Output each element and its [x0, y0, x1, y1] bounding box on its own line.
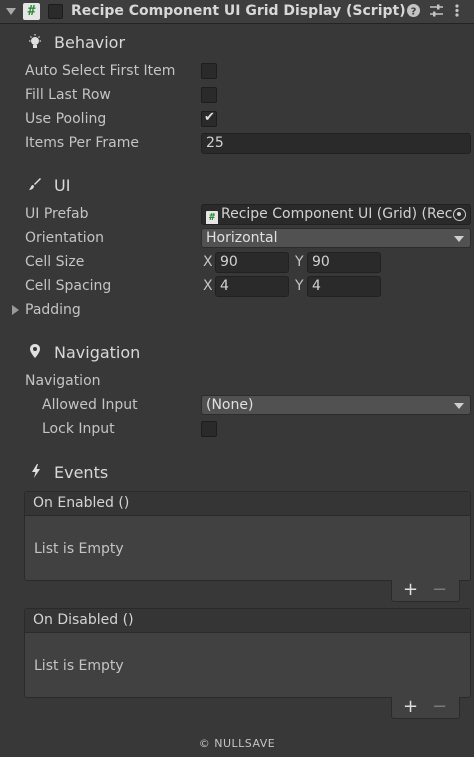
on-enabled-header: On Enabled (): [25, 492, 470, 516]
svg-text:?: ?: [411, 7, 417, 18]
location-pin-icon: [30, 344, 40, 362]
cell-size-y-label: Y: [295, 254, 304, 270]
on-disabled-add-button[interactable]: +: [403, 697, 418, 717]
cell-spacing-x-label: X: [203, 278, 213, 294]
checkmark-icon: ✔: [204, 110, 215, 125]
auto-select-checkbox[interactable]: [201, 63, 217, 79]
padding-foldout-arrow-icon[interactable]: [12, 305, 19, 315]
items-per-frame-label: Items Per Frame: [25, 135, 139, 151]
cell-size-x-label: X: [203, 254, 213, 270]
presets-icon[interactable]: [429, 3, 444, 23]
auto-select-label: Auto Select First Item: [25, 63, 176, 79]
allowed-input-dropdown[interactable]: (None): [201, 395, 471, 415]
on-disabled-event-list: On Disabled () List is Empty: [24, 608, 471, 698]
help-icon[interactable]: ?: [406, 3, 421, 23]
cell-spacing-label: Cell Spacing: [25, 278, 112, 294]
fill-last-row-label: Fill Last Row: [25, 87, 111, 103]
fill-last-row-checkbox[interactable]: [201, 87, 217, 103]
use-pooling-label: Use Pooling: [25, 111, 107, 127]
lock-input-checkbox[interactable]: [201, 421, 217, 437]
allowed-input-value: (None): [206, 397, 254, 413]
on-enabled-label: On Enabled (): [33, 495, 130, 511]
padding-label[interactable]: Padding: [25, 302, 81, 318]
lightbulb-icon: [28, 34, 42, 54]
events-section-title: Events: [54, 463, 109, 482]
lightning-icon: [31, 464, 41, 482]
on-enabled-footer: + −: [391, 580, 460, 602]
orientation-value: Horizontal: [206, 230, 278, 246]
navigation-section-title: Navigation: [54, 343, 141, 362]
on-enabled-event-list: On Enabled () List is Empty: [24, 491, 471, 581]
cell-spacing-x-input[interactable]: 4: [215, 276, 289, 297]
cell-size-x-input[interactable]: 90: [215, 252, 289, 273]
on-enabled-remove-button[interactable]: −: [432, 580, 447, 600]
ui-prefab-object-field[interactable]: # Recipe Component UI (Grid) (Rec: [201, 204, 471, 225]
cell-spacing-y-input[interactable]: 4: [307, 276, 381, 297]
more-icon[interactable]: [454, 3, 460, 23]
behavior-section-title: Behavior: [54, 33, 126, 52]
cell-size-label: Cell Size: [25, 254, 85, 270]
footer-copyright: © NULLSAVE: [198, 737, 276, 750]
brush-icon: [28, 177, 42, 195]
on-disabled-empty-text: List is Empty: [34, 658, 124, 674]
cell-size-y-input[interactable]: 90: [307, 252, 381, 273]
on-disabled-footer: + −: [391, 697, 460, 719]
on-disabled-label: On Disabled (): [33, 612, 134, 628]
object-picker-icon[interactable]: [453, 208, 466, 221]
component-header[interactable]: # Recipe Component UI Grid Display (Scri…: [0, 0, 474, 24]
allowed-input-label: Allowed Input: [42, 397, 138, 413]
orientation-label: Orientation: [25, 230, 105, 246]
ui-section-title: UI: [54, 176, 71, 195]
navigation-group-label: Navigation: [25, 373, 101, 389]
on-enabled-add-button[interactable]: +: [403, 580, 418, 600]
ui-prefab-value: Recipe Component UI (Grid) (Rec: [221, 206, 453, 222]
lock-input-label: Lock Input: [42, 421, 115, 437]
on-disabled-remove-button[interactable]: −: [432, 697, 447, 717]
component-enabled-checkbox[interactable]: [48, 4, 63, 19]
ui-prefab-label: UI Prefab: [25, 206, 89, 222]
component-title: Recipe Component UI Grid Display (Script…: [71, 3, 406, 19]
use-pooling-checkbox[interactable]: ✔: [201, 110, 217, 127]
collapse-arrow-icon[interactable]: [6, 8, 16, 15]
on-enabled-empty-text: List is Empty: [34, 541, 124, 557]
prefab-script-icon: #: [206, 211, 218, 224]
items-per-frame-input[interactable]: 25: [201, 133, 471, 154]
on-disabled-header: On Disabled (): [25, 609, 470, 633]
script-icon: #: [23, 3, 40, 20]
cell-spacing-y-label: Y: [295, 278, 304, 294]
orientation-dropdown[interactable]: Horizontal: [201, 228, 471, 248]
chevron-down-icon: [454, 236, 464, 242]
chevron-down-icon: [454, 403, 464, 409]
